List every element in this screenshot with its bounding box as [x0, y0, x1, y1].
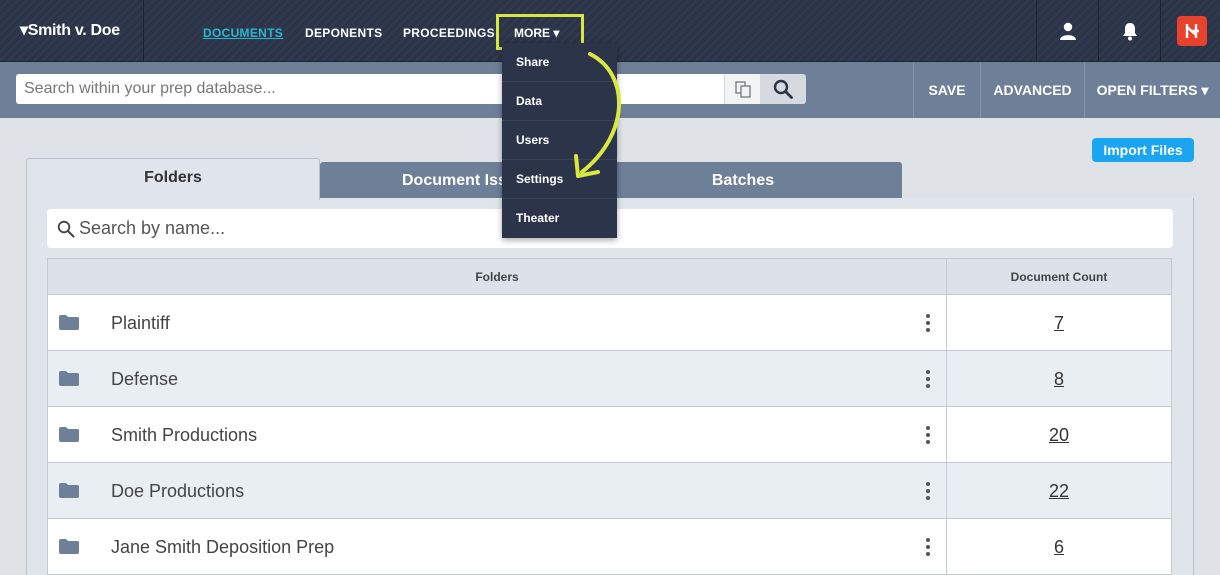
- open-filters-button[interactable]: OPEN FILTERS ▾: [1084, 62, 1220, 118]
- table-row[interactable]: Smith Productions 20: [48, 407, 1171, 463]
- document-count-link[interactable]: 22: [947, 463, 1171, 518]
- row-menu-button[interactable]: [924, 538, 932, 556]
- document-count-link[interactable]: 8: [947, 351, 1171, 406]
- save-button[interactable]: SAVE: [913, 62, 980, 118]
- advanced-button[interactable]: ADVANCED: [980, 62, 1084, 118]
- folder-icon: [59, 483, 79, 498]
- folder-cell: Plaintiff: [48, 295, 947, 350]
- user-button[interactable]: [1036, 0, 1098, 62]
- folder-name: Doe Productions: [111, 481, 245, 501]
- row-menu-button[interactable]: [924, 314, 932, 332]
- document-count-link[interactable]: 20: [947, 407, 1171, 462]
- more-dropdown-menu: Share Data Users Settings Theater: [502, 43, 617, 238]
- folder-icon: [59, 371, 79, 386]
- folder-name: Jane Smith Deposition Prep: [111, 537, 335, 557]
- table-row[interactable]: Defense 8: [48, 351, 1171, 407]
- table-row[interactable]: Doe Productions 22: [48, 463, 1171, 519]
- document-count-link[interactable]: 7: [947, 295, 1171, 350]
- folder-name: Defense: [111, 369, 179, 389]
- table-row[interactable]: Plaintiff 7: [48, 295, 1171, 351]
- table-header: Folders Document Count: [48, 259, 1171, 295]
- name-search-input[interactable]: [79, 209, 1159, 248]
- folder-cell: Jane Smith Deposition Prep: [48, 519, 947, 574]
- row-menu-button[interactable]: [924, 370, 932, 388]
- column-header-folders[interactable]: Folders: [48, 259, 947, 294]
- copy-button[interactable]: [724, 74, 760, 104]
- folder-icon: [59, 539, 79, 554]
- case-selector[interactable]: ▾Smith v. Doe: [0, 0, 144, 62]
- row-menu-button[interactable]: [924, 426, 932, 444]
- menu-item-users[interactable]: Users: [502, 121, 617, 160]
- search-button[interactable]: [760, 74, 806, 104]
- prep-search-input[interactable]: [16, 74, 724, 104]
- table-row[interactable]: Jane Smith Deposition Prep 6: [48, 519, 1171, 575]
- folder-cell: Defense: [48, 351, 947, 406]
- row-menu-button[interactable]: [924, 482, 932, 500]
- folders-table: Folders Document Count Plaintiff 7 Defense…: [47, 258, 1172, 575]
- menu-item-data[interactable]: Data: [502, 82, 617, 121]
- user-icon: [1059, 22, 1076, 40]
- nav-documents[interactable]: DOCUMENTS: [203, 0, 283, 62]
- brand-logo: [1176, 16, 1207, 46]
- document-count-link[interactable]: 6: [947, 519, 1171, 574]
- folder-name: Smith Productions: [111, 425, 258, 445]
- search-icon: [773, 79, 793, 99]
- folder-cell: Doe Productions: [48, 463, 947, 518]
- bell-icon: [1122, 22, 1137, 40]
- nav-deponents[interactable]: DEPONENTS: [305, 0, 382, 62]
- nav-proceedings[interactable]: PROCEEDINGS: [403, 0, 495, 62]
- menu-item-settings[interactable]: Settings: [502, 160, 617, 199]
- copy-icon: [734, 81, 751, 98]
- import-files-button[interactable]: Import Files: [1092, 138, 1194, 162]
- menu-item-theater[interactable]: Theater: [502, 199, 617, 238]
- folder-cell: Smith Productions: [48, 407, 947, 462]
- brand-button[interactable]: [1160, 0, 1220, 62]
- menu-item-share[interactable]: Share: [502, 43, 617, 82]
- tab-folders[interactable]: Folders: [26, 158, 320, 200]
- column-header-document-count[interactable]: Document Count: [947, 259, 1171, 294]
- folder-name: Plaintiff: [111, 313, 170, 333]
- folder-icon: [59, 427, 79, 442]
- tab-batches[interactable]: Batches: [584, 162, 902, 200]
- notifications-button[interactable]: [1098, 0, 1160, 62]
- search-icon: [57, 220, 75, 238]
- folder-icon: [59, 315, 79, 330]
